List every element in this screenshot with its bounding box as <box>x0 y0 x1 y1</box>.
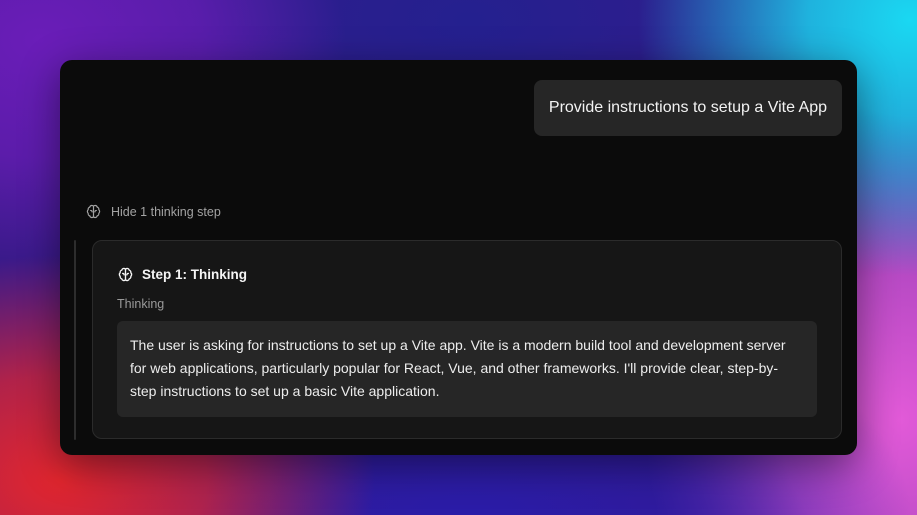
step-subtitle: Thinking <box>117 297 165 311</box>
hide-thinking-steps-label: Hide 1 thinking step <box>111 204 221 219</box>
step-content: The user is asking for instructions to s… <box>117 321 817 417</box>
step-header: Step 1: Thinking <box>117 266 247 283</box>
thinking-step-card: Step 1: Thinking Thinking The user is as… <box>92 240 842 439</box>
hide-thinking-steps-toggle[interactable]: Hide 1 thinking step <box>85 203 221 220</box>
brain-icon <box>86 204 101 219</box>
step-title: Step 1: Thinking <box>142 267 248 282</box>
user-message-text: Provide instructions to setup a Vite App <box>548 99 827 116</box>
user-message-bubble: Provide instructions to setup a Vite App <box>533 80 842 136</box>
brain-icon <box>118 267 133 282</box>
chat-window: Provide instructions to setup a Vite App… <box>60 60 857 455</box>
thinking-steps-rail <box>74 240 76 440</box>
